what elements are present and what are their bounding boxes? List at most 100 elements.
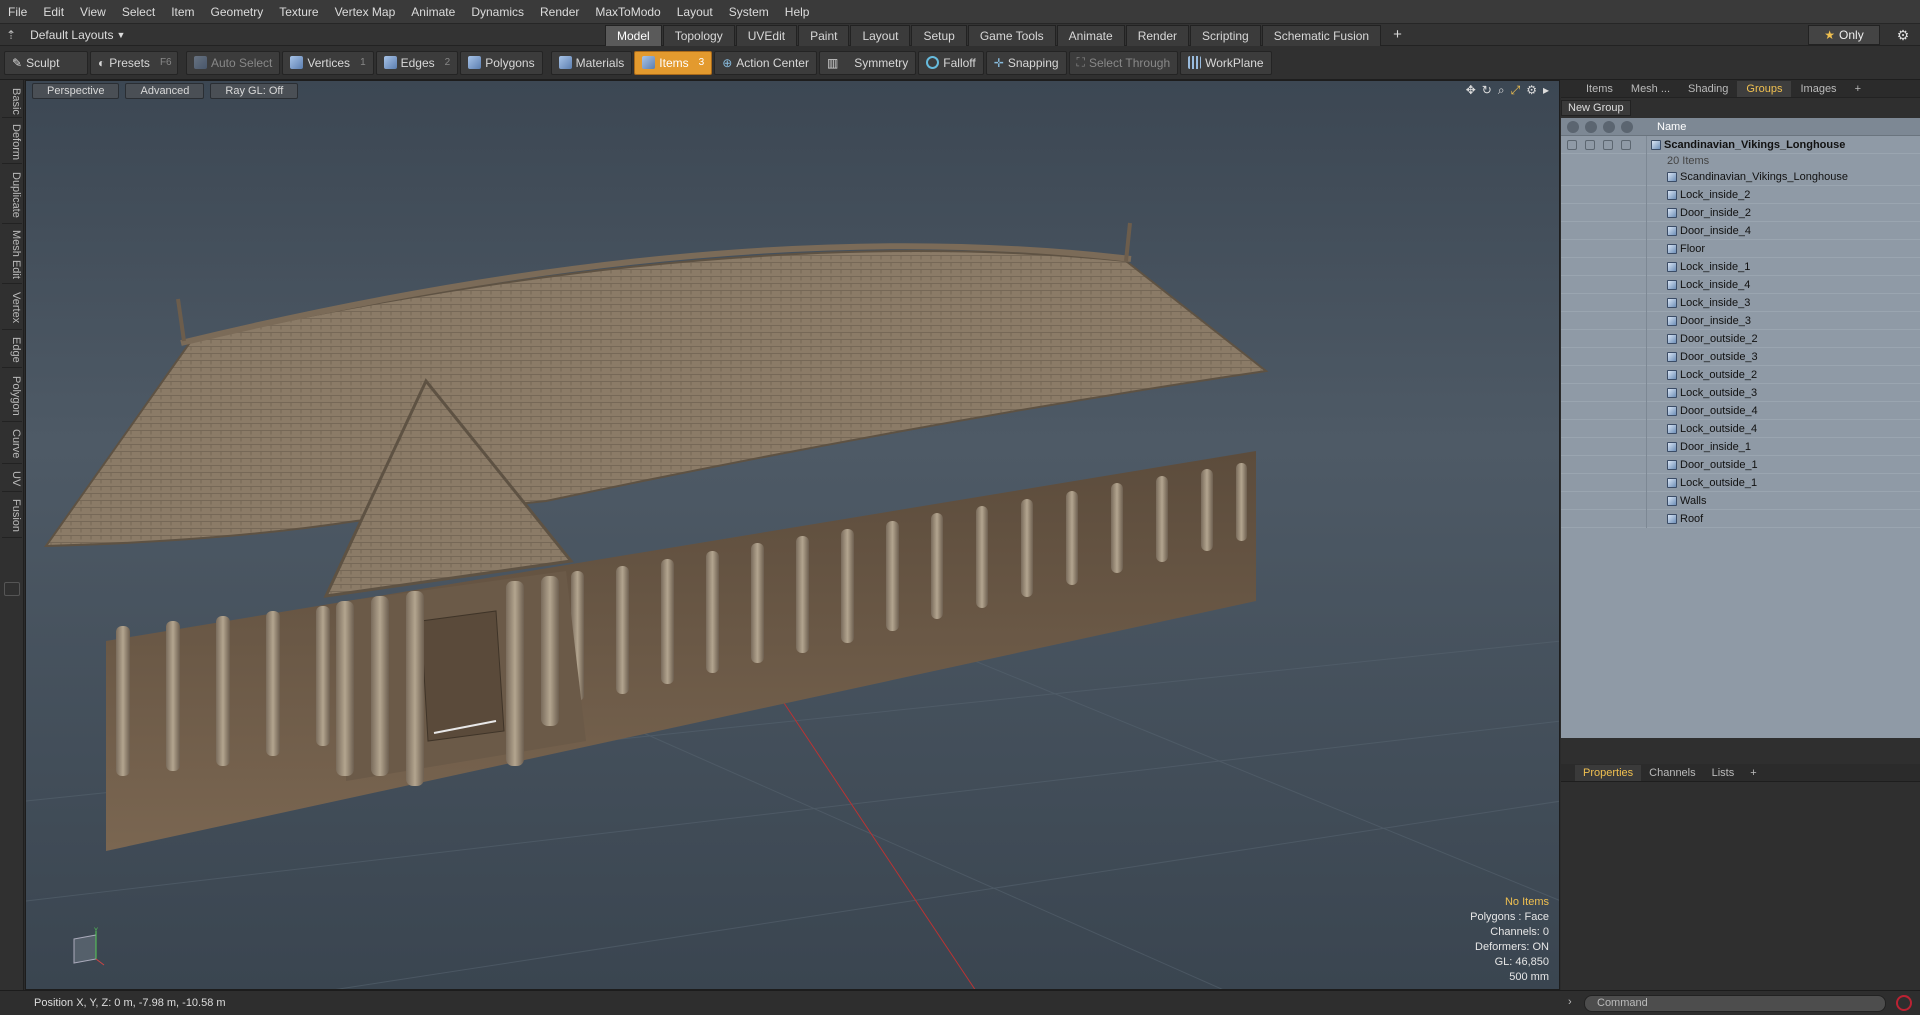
tab-setup[interactable]: Setup [911,25,967,46]
gear-icon[interactable]: ⚙ [1526,83,1537,98]
tab-render[interactable]: Render [1125,25,1190,46]
list-item[interactable]: Door_outside_2 [1561,329,1920,348]
tab-scripting[interactable]: Scripting [1190,25,1261,46]
tab-lists[interactable]: Lists [1704,767,1743,779]
render-toggle[interactable] [1585,139,1595,150]
command-history-button[interactable] [1896,995,1912,1011]
render-icon[interactable] [1585,120,1597,133]
fit-icon[interactable]: ⤢ [1511,83,1521,98]
tab-game-tools[interactable]: Game Tools [967,25,1056,46]
list-item[interactable]: Scandinavian_Vikings_Longhouse [1561,167,1920,186]
list-item[interactable]: Door_inside_3 [1561,311,1920,330]
menu-view[interactable]: View [72,0,114,24]
select-toggle[interactable] [1621,139,1631,150]
materials-button[interactable]: Materials [550,50,633,75]
tab-items[interactable]: Items [1577,81,1622,97]
list-item[interactable]: Door_outside_3 [1561,347,1920,366]
auto-select-button[interactable]: Auto Select [186,50,281,75]
edges-button[interactable]: Edges 2 [375,50,459,75]
lock-icon[interactable] [1603,120,1615,133]
sidebar-tab-curve[interactable]: Curve [2,424,22,464]
sidebar-tab-mesh-edit[interactable]: Mesh Edit [2,226,22,284]
list-item[interactable]: Lock_outside_3 [1561,383,1920,402]
list-item[interactable]: Door_inside_4 [1561,221,1920,240]
falloff-button[interactable]: Falloff [918,50,984,75]
tab-topology[interactable]: Topology [662,25,735,46]
3d-viewport[interactable]: Perspective Advanced Ray GL: Off ✥ ↻ ⌕ ⤢… [25,80,1560,990]
list-item[interactable]: Lock_outside_2 [1561,365,1920,384]
menu-geometry[interactable]: Geometry [203,0,272,24]
menu-help[interactable]: Help [777,0,818,24]
tab-mesh[interactable]: Mesh ... [1622,81,1679,97]
eye-toggle[interactable] [1567,139,1577,150]
menu-texture[interactable]: Texture [271,0,326,24]
gear-icon[interactable]: ⚙ [1894,26,1912,44]
tab-groups[interactable]: Groups [1737,81,1792,97]
list-item[interactable]: Lock_inside_1 [1561,257,1920,276]
tab-animate[interactable]: Animate [1056,25,1125,46]
sidebar-tab-vertex[interactable]: Vertex [2,286,22,330]
list-item[interactable]: Lock_inside_4 [1561,275,1920,294]
list-item[interactable]: Floor [1561,239,1920,258]
menu-render[interactable]: Render [532,0,587,24]
add-tab-button[interactable]: + [1382,25,1413,46]
sidebar-tab-basic[interactable]: Basic [2,84,22,118]
tab-uvedit[interactable]: UVEdit [735,25,798,46]
sidebar-tab-duplicate[interactable]: Duplicate [2,166,22,224]
polygons-button[interactable]: Polygons [460,50,543,75]
menu-item[interactable]: Item [163,0,202,24]
sidebar-tab-polygon[interactable]: Polygon [2,370,22,422]
action-center-button[interactable]: ⊕ Action Center [714,50,817,75]
menu-maxtomodo[interactable]: MaxToModo [587,0,668,24]
list-item[interactable]: Roof [1561,509,1920,528]
vertices-button[interactable]: Vertices 1 [282,50,374,75]
presets-button[interactable]: ◐ Presets F6 [90,50,178,75]
sidebar-tab-uv[interactable]: UV [2,466,22,492]
symmetry-button[interactable]: ▥ Symmetry [818,50,917,75]
menu-dynamics[interactable]: Dynamics [463,0,532,24]
tab-shading[interactable]: Shading [1679,81,1737,97]
layout-select[interactable]: ⇡ Default Layouts ▼ [0,28,600,42]
list-item[interactable]: Lock_outside_1 [1561,473,1920,492]
workplane-button[interactable]: WorkPlane [1180,50,1272,75]
menu-vertex-map[interactable]: Vertex Map [327,0,404,24]
eye-icon[interactable] [1567,120,1579,133]
sidebar-tab-deform[interactable]: Deform [2,120,22,164]
add-props-tab-button[interactable]: + [1742,767,1764,779]
new-group-button[interactable]: New Group [1561,100,1631,116]
menu-layout[interactable]: Layout [669,0,721,24]
name-column-header[interactable]: Name [1647,121,1686,133]
sidebar-tab-edge[interactable]: Edge [2,332,22,368]
tab-images[interactable]: Images [1791,81,1845,97]
list-item[interactable]: Door_inside_1 [1561,437,1920,456]
tab-properties[interactable]: Properties [1575,764,1642,781]
lock-toggle[interactable] [1603,139,1613,150]
chevron-right-icon[interactable]: ▸ [1543,83,1549,98]
view-mode-button[interactable]: Perspective [32,83,120,99]
tab-model[interactable]: Model [605,25,662,46]
zoom-icon[interactable]: ⌕ [1498,83,1505,98]
list-item[interactable]: Door_inside_2 [1561,203,1920,222]
sidebar-tab-fusion[interactable]: Fusion [2,494,22,538]
sidebar-toggle-button[interactable] [4,582,20,596]
menu-system[interactable]: System [721,0,777,24]
add-panel-tab-button[interactable]: + [1846,81,1870,97]
menu-file[interactable]: File [0,0,35,24]
tab-schematic-fusion[interactable]: Schematic Fusion [1261,25,1382,46]
list-item[interactable]: Lock_outside_4 [1561,419,1920,438]
menu-animate[interactable]: Animate [403,0,463,24]
list-item[interactable]: Door_outside_1 [1561,455,1920,474]
list-item[interactable]: Door_outside_4 [1561,401,1920,420]
list-item[interactable]: Lock_inside_3 [1561,293,1920,312]
list-item[interactable]: Walls [1561,491,1920,510]
tab-channels[interactable]: Channels [1641,767,1703,779]
command-input[interactable]: Command [1584,995,1886,1012]
only-button[interactable]: ★ Only [1808,25,1880,45]
select-icon[interactable] [1621,120,1633,133]
raygl-button[interactable]: Ray GL: Off [210,83,299,99]
snapping-button[interactable]: ✛ Snapping [985,50,1067,75]
menu-edit[interactable]: Edit [35,0,72,24]
sculpt-button[interactable]: ✎ Sculpt [4,50,88,75]
shading-button[interactable]: Advanced [125,83,205,99]
items-button[interactable]: Items 3 [634,50,713,75]
